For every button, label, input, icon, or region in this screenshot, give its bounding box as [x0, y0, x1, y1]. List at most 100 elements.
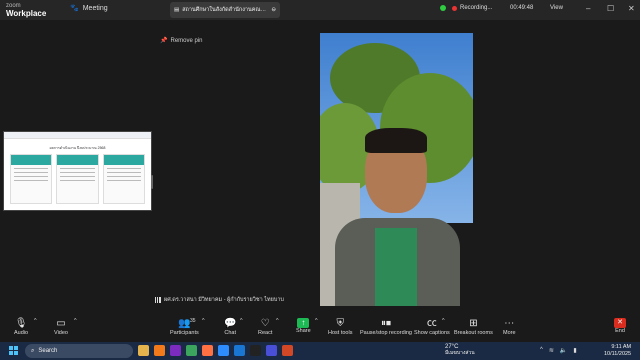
audio-button[interactable]: 🎙 Audio — [14, 318, 28, 336]
chat-options-chevron-icon[interactable]: ^ — [240, 318, 243, 324]
teams-icon[interactable] — [266, 345, 277, 356]
pause-stop-icon: ⏸⏹ — [380, 318, 391, 329]
react-button[interactable]: ♡ React — [258, 318, 272, 336]
close-icon[interactable]: ✕ — [628, 4, 635, 13]
firefox-icon[interactable] — [202, 345, 213, 356]
pin-icon: 📌 — [160, 38, 168, 44]
breakout-rooms-button[interactable]: ⊞ Breakout rooms — [454, 318, 493, 336]
chat-button[interactable]: 💬 Chat — [224, 318, 236, 336]
taskbar-apps — [138, 345, 293, 356]
ellipsis-icon: ⋯ — [504, 318, 515, 329]
tab-meeting[interactable]: 🐾 Meeting — [70, 4, 108, 13]
pause-recording-label: Pause/stop recording — [360, 330, 412, 336]
resize-handle[interactable] — [151, 175, 153, 189]
document-column — [102, 154, 145, 204]
camera-icon: ▭ — [56, 318, 66, 329]
remove-pin-label: Remove pin — [170, 37, 203, 44]
heart-icon: ♡ — [260, 318, 270, 329]
clock-time: 9:11 AM — [611, 344, 632, 350]
minimize-icon[interactable]: – — [586, 4, 590, 13]
windows-start-icon[interactable] — [9, 346, 19, 356]
end-meeting-button[interactable]: ✕ End — [614, 318, 626, 334]
participant-name: ผศ.ดร.วาสนา มีวิทยาคม - ผู้กำกับรายวิชา … — [164, 297, 284, 303]
share-arrow-icon: ↑ — [297, 318, 310, 328]
meeting-toolbar: 🎙 Audio ^ ▭ Video ^ 👥 Participants 35 ^ … — [0, 316, 640, 342]
shield-icon: ⛨ — [336, 318, 344, 329]
meeting-timer: 00:49:48 — [510, 5, 534, 11]
document-column — [56, 154, 99, 204]
pause-recording-button[interactable]: ⏸⏹ Pause/stop recording — [360, 318, 412, 336]
more-label: More — [503, 330, 516, 336]
document-toolbar — [4, 132, 151, 139]
tab-shared-document-label: สถานศึกษาในสังกัดสำนักงานคณะกรรมการส่งเส… — [182, 7, 268, 13]
security-shield-icon — [440, 5, 446, 11]
os-taskbar: ⌕ Search 27°C มีเมฆบางส่วน ^ ≋ 🔈 ▮ 9:11 … — [0, 342, 640, 360]
tab-options-icon[interactable]: ⊖ — [271, 7, 276, 13]
file-explorer-icon[interactable] — [138, 345, 149, 356]
participant-shirt — [375, 228, 417, 306]
share-options-chevron-icon[interactable]: ^ — [315, 318, 318, 324]
grid-icon: ⊞ — [469, 318, 478, 329]
search-icon: ⌕ — [31, 347, 35, 354]
audio-label: Audio — [14, 330, 29, 336]
closed-captions-icon: ㏄ — [426, 318, 437, 329]
participants-options-chevron-icon[interactable]: ^ — [202, 318, 205, 324]
remove-pin-button[interactable]: 📌 Remove pin — [160, 37, 203, 45]
weather-widget[interactable]: 27°C มีเมฆบางส่วน — [445, 344, 475, 356]
chat-label: Chat — [224, 330, 237, 336]
end-x-icon: ✕ — [614, 318, 626, 328]
chrome-icon[interactable] — [186, 345, 197, 356]
view-button[interactable]: View — [550, 5, 563, 11]
zoom-logo: zoom Workplace — [6, 2, 46, 18]
share-button[interactable]: ↑ Share — [296, 318, 311, 334]
paw-icon: 🐾 — [70, 5, 79, 12]
audio-options-chevron-icon[interactable]: ^ — [34, 318, 37, 324]
react-options-chevron-icon[interactable]: ^ — [276, 318, 279, 324]
system-tray: ^ ≋ 🔈 ▮ — [540, 347, 577, 354]
react-label: React — [258, 330, 273, 336]
maximize-icon[interactable]: ☐ — [607, 4, 614, 13]
captions-label: Show captions — [414, 330, 450, 336]
powerpoint-icon[interactable] — [282, 345, 293, 356]
logo-bottom-text: Workplace — [6, 9, 47, 18]
app-orange-icon[interactable] — [154, 345, 165, 356]
tab-meeting-label: Meeting — [82, 4, 108, 12]
view-label: View — [550, 5, 563, 11]
participants-count: 35 — [190, 318, 196, 324]
participant-name-label: ผศ.ดร.วาสนา มีวิทยาคม - ผู้กำกับรายวิชา … — [155, 296, 284, 304]
breakout-label: Breakout rooms — [454, 330, 493, 336]
participant-hair — [365, 128, 427, 153]
app-purple-icon[interactable] — [170, 345, 181, 356]
video-options-chevron-icon[interactable]: ^ — [74, 318, 77, 324]
microphone-icon: 🎙 — [14, 318, 28, 329]
participants-icon: 👥 — [178, 318, 191, 329]
share-label: Share — [296, 328, 311, 334]
recording-dot-icon — [452, 5, 457, 11]
taskbar-clock[interactable]: 9:11 AM 10/11/2025 — [604, 344, 631, 358]
recording-indicator[interactable]: Recording... — [440, 5, 492, 11]
app-blue-icon[interactable] — [234, 345, 245, 356]
tab-shared-document[interactable]: ▤ สถานศึกษาในสังกัดสำนักงานคณะกรรมการส่ง… — [170, 2, 280, 18]
search-placeholder: Search — [38, 348, 58, 354]
taskbar-search-box[interactable]: ⌕ Search — [25, 344, 133, 358]
recording-label: Recording... — [460, 5, 493, 11]
host-tools-label: Host tools — [328, 330, 353, 336]
host-tools-button[interactable]: ⛨ Host tools — [328, 318, 352, 336]
signal-bars-icon — [155, 297, 161, 303]
clock-date: 10/11/2025 — [604, 351, 632, 357]
participants-label: Participants — [170, 330, 199, 336]
document-icon: ▤ — [174, 7, 180, 13]
chat-bubble-icon: 💬 — [224, 318, 237, 329]
tray-chevron-icon[interactable]: ^ — [540, 347, 543, 354]
more-button[interactable]: ⋯ More — [503, 318, 516, 336]
battery-icon[interactable]: ▮ — [573, 347, 576, 354]
participant-video[interactable] — [320, 33, 473, 306]
speaker-icon[interactable]: 🔈 — [560, 347, 567, 354]
captions-options-chevron-icon[interactable]: ^ — [442, 318, 445, 324]
shared-screen-thumbnail[interactable]: ผลการดำเนินงาน ปีงบประมาณ 2568 — [3, 131, 152, 211]
wifi-icon[interactable]: ≋ — [549, 347, 554, 354]
video-button[interactable]: ▭ Video — [54, 318, 68, 336]
document-column — [10, 154, 53, 204]
zoom-app-icon[interactable] — [218, 345, 229, 356]
app-dark-icon[interactable] — [250, 345, 261, 356]
